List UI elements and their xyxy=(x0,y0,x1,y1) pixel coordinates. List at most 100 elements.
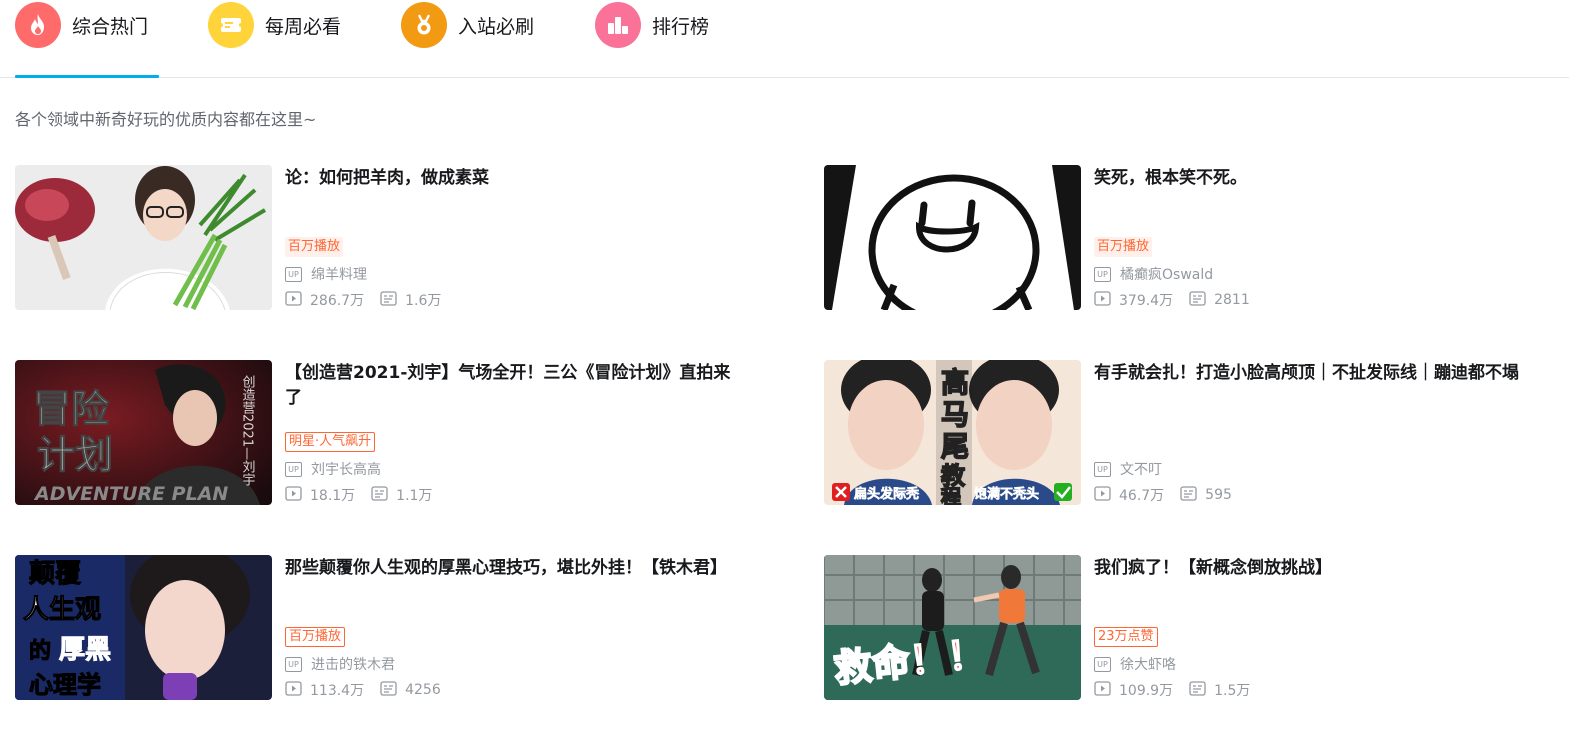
video-card[interactable]: 救命！！ 我们疯了！【新概念倒放挑战】 23万点赞 UP 徐大虾咯 109.9万… xyxy=(824,555,1554,701)
up-icon: UP xyxy=(285,266,302,282)
video-stats: 379.4万 2811 xyxy=(1094,290,1250,310)
video-stats: 18.1万 1.1万 xyxy=(285,485,433,505)
danmaku-count: 4256 xyxy=(405,682,441,698)
video-title[interactable]: 【创造营2021-刘宇】气场全开！三公《冒险计划》直拍来了 xyxy=(285,361,733,411)
uploader[interactable]: UP 刘宇长高高 xyxy=(285,460,381,478)
danmaku-icon xyxy=(1189,680,1206,700)
danmaku-icon xyxy=(1180,485,1197,505)
svg-text:计划: 计划 xyxy=(37,433,113,477)
video-card[interactable]: 高 马 尾 教 程 扁头发际秃 饱满不秃头 有手就会扎！打造小脸高颅顶｜不扯发际… xyxy=(824,360,1554,506)
svg-text:扁头发际秃: 扁头发际秃 xyxy=(854,486,919,502)
video-card[interactable]: 颠覆 人生观 的 厚黑 心理学 那些颠覆你人生观的厚黑心理技巧，堪比外挂！【铁木… xyxy=(15,555,745,701)
play-count-icon xyxy=(1094,290,1111,310)
video-title[interactable]: 有手就会扎！打造小脸高颅顶｜不扯发际线｜蹦迪都不塌 xyxy=(1094,361,1542,386)
uploader-name: 进击的铁木君 xyxy=(311,657,395,673)
play-count: 18.1万 xyxy=(310,488,356,504)
video-stats: 46.7万 595 xyxy=(1094,485,1232,505)
video-info: 我们疯了！【新概念倒放挑战】 23万点赞 UP 徐大虾咯 109.9万 1.5万 xyxy=(1094,555,1554,700)
video-title[interactable]: 笑死，根本笑不死。 xyxy=(1094,166,1542,191)
danmaku-icon xyxy=(380,680,397,700)
video-thumbnail[interactable]: 救命！！ xyxy=(824,555,1081,700)
play-count-icon xyxy=(285,485,302,505)
tab-ranking[interactable]: 排行榜 xyxy=(595,2,709,48)
play-count: 109.9万 xyxy=(1119,683,1174,699)
uploader[interactable]: UP 橘癫疯Oswald xyxy=(1094,265,1213,283)
uploader-name: 橘癫疯Oswald xyxy=(1120,267,1214,283)
danmaku-count: 1.5万 xyxy=(1214,683,1251,699)
video-title[interactable]: 论：如何把羊肉，做成素菜 xyxy=(285,166,733,191)
danmaku-count: 595 xyxy=(1205,487,1232,503)
video-info: 笑死，根本笑不死。 百万播放 UP 橘癫疯Oswald 379.4万 2811 xyxy=(1094,165,1554,310)
svg-text:ADVENTURE PLAN: ADVENTURE PLAN xyxy=(33,483,228,505)
uploader-name: 绵羊料理 xyxy=(311,267,367,283)
svg-text:饱满不秃头: 饱满不秃头 xyxy=(973,486,1039,502)
podium-icon xyxy=(595,2,641,48)
video-card[interactable]: 冒险 计划 ADVENTURE PLAN 创造营2021—刘宇 【创造营2021… xyxy=(15,360,745,506)
up-icon: UP xyxy=(285,461,302,477)
svg-text:程: 程 xyxy=(941,485,961,505)
video-thumbnail[interactable]: 冒险 计划 ADVENTURE PLAN 创造营2021—刘宇 xyxy=(15,360,272,505)
video-card[interactable]: 论：如何把羊肉，做成素菜 百万播放 UP 绵羊料理 286.7万 1.6万 xyxy=(15,165,745,311)
ticket-icon xyxy=(208,2,254,48)
status-badge: 百万播放 xyxy=(285,627,346,647)
tab-must-watch[interactable]: 入站必刷 xyxy=(401,2,534,48)
active-tab-indicator xyxy=(15,75,159,78)
tab-label: 综合热门 xyxy=(72,15,149,38)
play-count-icon xyxy=(1094,680,1111,700)
video-info: 有手就会扎！打造小脸高颅顶｜不扯发际线｜蹦迪都不塌 UP 文不叮 46.7万 5… xyxy=(1094,360,1554,505)
video-info: 论：如何把羊肉，做成素菜 百万播放 UP 绵羊料理 286.7万 1.6万 xyxy=(285,165,745,310)
danmaku-count: 1.1万 xyxy=(396,488,433,504)
play-count: 286.7万 xyxy=(310,293,365,309)
status-badge: 23万点赞 xyxy=(1094,627,1158,647)
play-count: 113.4万 xyxy=(310,683,365,699)
uploader-name: 刘宇长高高 xyxy=(311,462,381,478)
play-count-icon xyxy=(1094,485,1111,505)
video-thumbnail[interactable] xyxy=(824,165,1081,310)
danmaku-icon xyxy=(1189,290,1206,310)
video-thumbnail[interactable]: 高 马 尾 教 程 扁头发际秃 饱满不秃头 xyxy=(824,360,1081,505)
tab-popular[interactable]: 综合热门 xyxy=(15,2,148,48)
svg-text:高: 高 xyxy=(941,366,969,399)
danmaku-icon xyxy=(380,290,397,310)
uploader[interactable]: UP 文不叮 xyxy=(1094,460,1162,478)
status-badge: 百万播放 xyxy=(1094,237,1153,257)
play-count: 379.4万 xyxy=(1119,293,1174,309)
video-stats: 109.9万 1.5万 xyxy=(1094,680,1251,700)
status-badge: 明星·人气飙升 xyxy=(285,432,376,452)
uploader-name: 文不叮 xyxy=(1120,462,1162,478)
video-title[interactable]: 我们疯了！【新概念倒放挑战】 xyxy=(1094,556,1542,581)
play-count-icon xyxy=(285,680,302,700)
danmaku-icon xyxy=(371,485,388,505)
video-title[interactable]: 那些颠覆你人生观的厚黑心理技巧，堪比外挂！【铁木君】 xyxy=(285,556,733,581)
video-thumbnail[interactable]: 颠覆 人生观 的 厚黑 心理学 xyxy=(15,555,272,700)
video-thumbnail[interactable] xyxy=(15,165,272,310)
svg-text:心理学: 心理学 xyxy=(29,671,101,699)
svg-text:创造营2021—刘宇: 创造营2021—刘宇 xyxy=(240,375,256,487)
video-stats: 113.4万 4256 xyxy=(285,680,441,700)
up-icon: UP xyxy=(1094,266,1111,282)
video-info: 那些颠覆你人生观的厚黑心理技巧，堪比外挂！【铁木君】 百万播放 UP 进击的铁木… xyxy=(285,555,745,700)
uploader[interactable]: UP 进击的铁木君 xyxy=(285,655,395,673)
danmaku-count: 2811 xyxy=(1214,292,1250,308)
svg-text:人生观: 人生观 xyxy=(23,595,101,625)
tab-weekly[interactable]: 每周必看 xyxy=(208,2,341,48)
tab-label: 入站必刷 xyxy=(458,15,535,38)
up-icon: UP xyxy=(1094,461,1111,477)
video-card[interactable]: 笑死，根本笑不死。 百万播放 UP 橘癫疯Oswald 379.4万 2811 xyxy=(824,165,1554,311)
danmaku-count: 1.6万 xyxy=(405,293,442,309)
svg-text:的: 的 xyxy=(29,638,51,664)
up-icon: UP xyxy=(1094,656,1111,672)
play-count-icon xyxy=(285,290,302,310)
medal-icon xyxy=(401,2,447,48)
up-icon: UP xyxy=(285,656,302,672)
section-description: 各个领域中新奇好玩的优质内容都在这里~ xyxy=(15,110,317,129)
uploader[interactable]: UP 徐大虾咯 xyxy=(1094,655,1176,673)
video-stats: 286.7万 1.6万 xyxy=(285,290,442,310)
svg-text:冒险: 冒险 xyxy=(33,387,110,431)
popular-page: 综合热门 每周必看 入站必刷 排行榜 各个领域中新奇好玩的优质内容都在这里~ 论… xyxy=(0,0,1569,730)
tab-label: 每周必看 xyxy=(265,15,342,38)
uploader[interactable]: UP 绵羊料理 xyxy=(285,265,367,283)
svg-text:马: 马 xyxy=(941,398,969,431)
svg-text:厚黑: 厚黑 xyxy=(59,635,111,665)
svg-text:颠覆: 颠覆 xyxy=(29,559,82,589)
